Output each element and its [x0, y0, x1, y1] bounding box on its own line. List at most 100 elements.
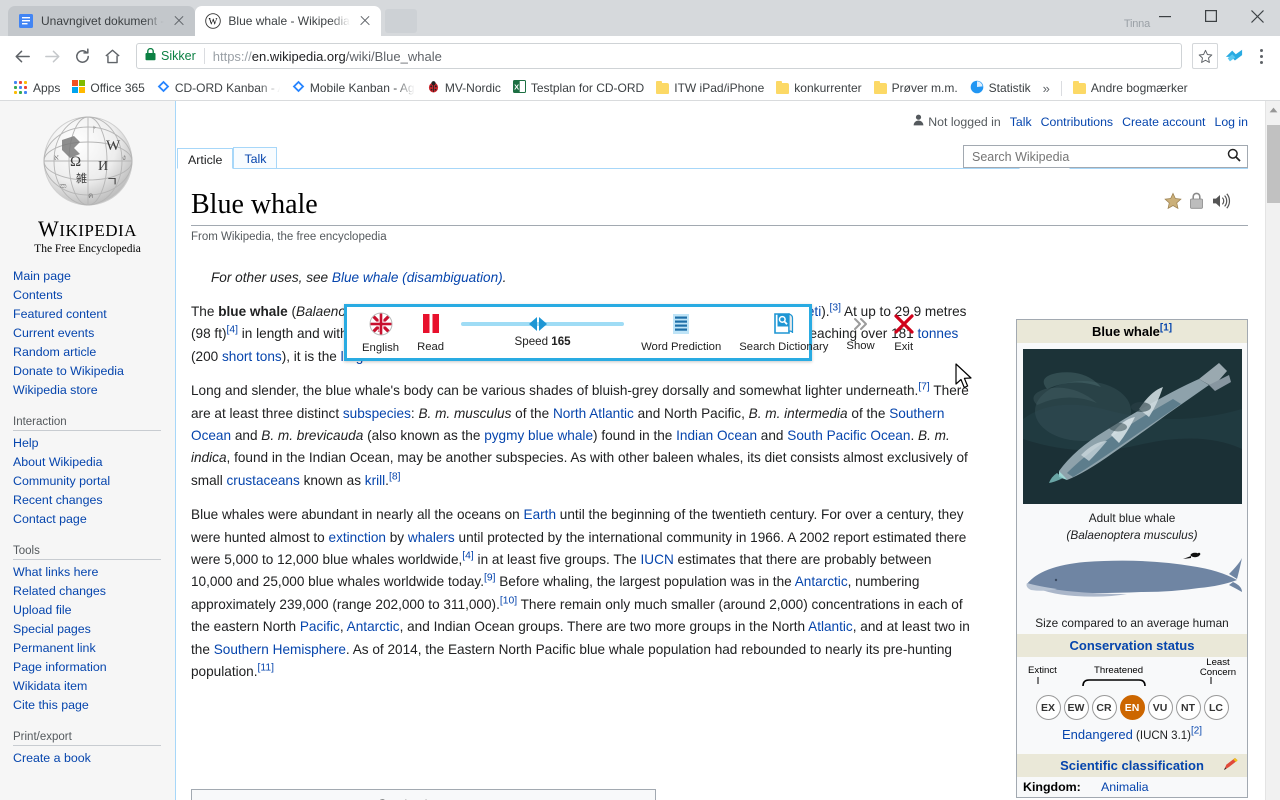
sidebar-item-create-a-book[interactable]: Create a book — [13, 749, 175, 768]
show-button[interactable]: Show — [837, 307, 883, 358]
link-earth[interactable]: Earth — [524, 507, 557, 522]
sidebar-item-help[interactable]: Help — [13, 434, 175, 453]
link-pygmy-blue-whale[interactable]: pygmy blue whale — [484, 428, 593, 443]
iucn-bubble-vu[interactable]: VU — [1147, 695, 1173, 720]
speed-slider-knob[interactable] — [527, 316, 549, 332]
ref-9[interactable]: [9] — [484, 573, 495, 584]
bookmark-statistik[interactable]: Statistik — [964, 78, 1037, 99]
bookmark-star-icon[interactable] — [1192, 43, 1218, 69]
exit-button[interactable]: Exit — [884, 307, 924, 358]
sidebar-item-community-portal[interactable]: Community portal — [13, 472, 175, 491]
sidebar-item-page-information[interactable]: Page information — [13, 658, 175, 677]
tab-talk[interactable]: Talk — [233, 147, 278, 168]
reload-icon[interactable] — [68, 42, 96, 70]
bookmark-itw-ipad[interactable]: ITW iPad/iPhone — [650, 79, 770, 97]
speed-slider[interactable] — [461, 316, 625, 332]
sidebar-item-recent-changes[interactable]: Recent changes — [13, 491, 175, 510]
iucn-bubble-lc[interactable]: LC — [1203, 695, 1229, 720]
ref-4c[interactable]: [4] — [462, 551, 473, 562]
extension-icon[interactable] — [1222, 44, 1246, 68]
back-icon[interactable] — [8, 42, 36, 70]
link-pacific[interactable]: Pacific — [300, 619, 340, 634]
link-southern-hemisphere[interactable]: Southern Hemisphere — [214, 642, 346, 657]
ref-10[interactable]: [10] — [500, 595, 517, 606]
sidebar-item-contents[interactable]: Contents — [13, 286, 175, 305]
home-icon[interactable] — [98, 42, 126, 70]
bookmark-proever[interactable]: Prøver m.m. — [868, 79, 964, 97]
close-icon[interactable] — [357, 13, 373, 29]
bookmark-mv-nordic[interactable]: MV-Nordic — [421, 78, 507, 98]
ref-7[interactable]: [7] — [918, 382, 929, 393]
edit-pencil-icon[interactable] — [1223, 757, 1239, 774]
maximize-icon[interactable] — [1188, 0, 1234, 32]
usernav-login[interactable]: Log in — [1214, 115, 1248, 129]
link-atlantic[interactable]: Atlantic — [808, 619, 853, 634]
language-button[interactable]: 1 English — [353, 307, 408, 358]
bookmark-cdord-kanban[interactable]: CD-ORD Kanban - Ag — [151, 78, 286, 98]
address-bar[interactable]: Sikker https://en.wikipedia.org/wiki/Blu… — [136, 43, 1182, 69]
browser-tab-wikipedia[interactable]: W Blue whale - Wikipedia — [195, 6, 381, 36]
sidebar-item-upload-file[interactable]: Upload file — [13, 601, 175, 620]
sidebar-item-current-events[interactable]: Current events — [13, 324, 175, 343]
speed-control[interactable]: Speed 165 — [453, 317, 632, 348]
sidebar-item-special-pages[interactable]: Special pages — [13, 620, 175, 639]
hatnote-link[interactable]: Blue whale (disambiguation) — [332, 270, 503, 285]
sidebar-item-random-article[interactable]: Random article — [13, 343, 175, 362]
bookmark-mobile-kanban[interactable]: Mobile Kanban - Agil — [286, 78, 421, 98]
link-antarctic-1[interactable]: Antarctic — [795, 574, 848, 589]
search-dictionary-button[interactable]: Search Dictionary — [730, 307, 837, 358]
ref-8[interactable]: [8] — [389, 471, 400, 482]
scrollbar-thumb[interactable] — [1267, 125, 1280, 203]
minimize-icon[interactable] — [1142, 0, 1188, 32]
page-scrollbar[interactable] — [1265, 101, 1280, 800]
protected-lock-icon[interactable] — [1189, 192, 1204, 213]
usernav-talk[interactable]: Talk — [1010, 115, 1032, 129]
bookmark-testplan[interactable]: X Testplan for CD-ORD — [507, 78, 650, 98]
sidebar-item-wikidata-item[interactable]: Wikidata item — [13, 677, 175, 696]
link-extinction[interactable]: extinction — [329, 530, 386, 545]
bookmark-apps[interactable]: Apps — [8, 79, 66, 97]
sidebar-item-what-links-here[interactable]: What links here — [13, 563, 175, 582]
sidebar-item-contact-page[interactable]: Contact page — [13, 510, 175, 529]
featured-star-icon[interactable] — [1164, 192, 1182, 213]
link-antarctic-2[interactable]: Antarctic — [347, 619, 400, 634]
word-prediction-button[interactable]: Word Prediction — [632, 307, 730, 358]
whale-size-comparison-image[interactable] — [1023, 550, 1242, 606]
iucn-bubble-ew[interactable]: EW — [1063, 695, 1089, 720]
new-tab-button[interactable] — [384, 9, 417, 33]
link-subspecies[interactable]: subspecies — [343, 406, 411, 421]
bookmark-office365[interactable]: Office 365 — [66, 78, 150, 98]
link-north-atlantic[interactable]: North Atlantic — [553, 406, 634, 421]
bookmark-konkurrenter[interactable]: konkurrenter — [770, 79, 867, 97]
sidebar-item-main-page[interactable]: Main page — [13, 267, 175, 286]
infobox-value[interactable]: Animalia — [1101, 780, 1149, 794]
link-south-pacific-ocean[interactable]: South Pacific Ocean — [787, 428, 910, 443]
iucn-bubble-en[interactable]: EN — [1119, 695, 1145, 720]
sidebar-item-store[interactable]: Wikipedia store — [13, 381, 175, 400]
sidebar-item-featured-content[interactable]: Featured content — [13, 305, 175, 324]
spoken-article-icon[interactable] — [1211, 192, 1231, 213]
wikipedia-search-box[interactable] — [963, 145, 1248, 168]
sidebar-item-about[interactable]: About Wikipedia — [13, 453, 175, 472]
tab-article[interactable]: Article — [177, 148, 234, 169]
link-whalers[interactable]: whalers — [408, 530, 455, 545]
read-button[interactable]: Read — [408, 307, 453, 358]
close-icon[interactable] — [171, 13, 187, 29]
link-krill[interactable]: krill — [365, 473, 385, 488]
sidebar-item-permanent-link[interactable]: Permanent link — [13, 639, 175, 658]
blue-whale-photo[interactable] — [1023, 349, 1242, 504]
iucn-bubble-ex[interactable]: EX — [1035, 695, 1061, 720]
wikipedia-logo[interactable]: W Ω И 雑 ㄱ א ง ค ක ᚠ WIKIPEDIA The Free E… — [20, 114, 155, 255]
usernav-contributions[interactable]: Contributions — [1041, 115, 1113, 129]
ref-11[interactable]: [11] — [258, 663, 274, 674]
scroll-up-icon[interactable] — [1266, 101, 1280, 118]
iucn-bubble-nt[interactable]: NT — [1175, 695, 1201, 720]
iucn-bubble-cr[interactable]: CR — [1091, 695, 1117, 720]
ref-4a[interactable]: [4] — [227, 325, 238, 336]
bookmarks-overflow-icon[interactable]: » — [1037, 81, 1056, 96]
bookmark-other-bookmarks[interactable]: Andre bogmærker — [1067, 79, 1194, 97]
link-short-tons-2[interactable]: short tons — [222, 349, 282, 364]
link-crustaceans[interactable]: crustaceans — [227, 473, 300, 488]
browser-tab-docs[interactable]: Unavngivet dokument - — [8, 6, 196, 36]
sidebar-item-cite-this-page[interactable]: Cite this page — [13, 696, 175, 715]
